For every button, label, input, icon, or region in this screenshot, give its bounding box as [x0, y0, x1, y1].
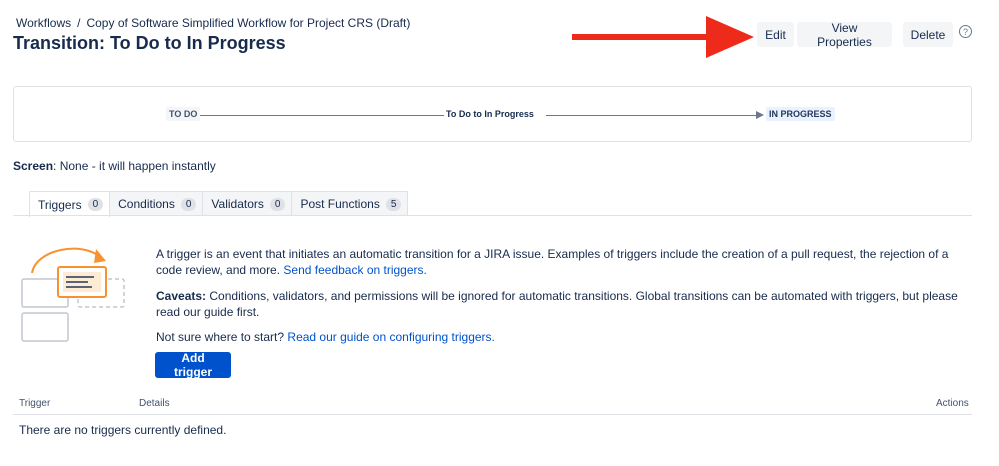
add-trigger-button[interactable]: Add trigger: [155, 351, 231, 379]
annotation-arrow-icon: [572, 16, 754, 58]
tab-count-badge: 0: [269, 197, 286, 211]
tab-label: Post Functions: [300, 197, 380, 211]
transition-line: [546, 115, 758, 116]
page-title: Transition: To Do to In Progress: [13, 33, 286, 53]
screen-info: Screen: None - it will happen instantly: [13, 159, 216, 173]
delete-button[interactable]: Delete: [903, 22, 953, 47]
column-header-details: Details: [139, 398, 170, 409]
triggers-guide: Not sure where to start? Read our guide …: [156, 329, 976, 345]
view-properties-button[interactable]: View Properties: [797, 21, 892, 49]
table-header-divider: [13, 414, 972, 415]
transition-tabs: Triggers 0 Conditions 0 Validators 0 Post F…: [29, 191, 409, 217]
send-feedback-link[interactable]: Send feedback on triggers.: [283, 263, 426, 277]
tab-count-badge: 5: [385, 197, 402, 211]
tab-triggers[interactable]: Triggers 0: [29, 191, 111, 217]
tab-label: Triggers: [38, 197, 82, 212]
empty-triggers-message: There are no triggers currently defined.: [19, 423, 227, 437]
configuring-triggers-guide-link[interactable]: Read our guide on configuring triggers.: [287, 330, 494, 344]
column-header-actions: Actions: [936, 398, 969, 409]
tab-label: Validators: [211, 197, 264, 211]
triggers-intro: A trigger is an event that initiates an …: [156, 246, 976, 278]
breadcrumb: Workflows / Copy of Software Simplified Wo…: [16, 16, 410, 30]
to-status-lozenge: IN PROGRESS: [766, 107, 835, 121]
tab-validators[interactable]: Validators 0: [202, 191, 293, 216]
not-sure-text: Not sure where to start?: [156, 330, 285, 344]
triggers-caveats: Caveats: Conditions, validators, and per…: [156, 288, 976, 320]
breadcrumb-workflows[interactable]: Workflows: [16, 16, 71, 30]
from-status-lozenge: TO DO: [166, 107, 201, 121]
help-icon[interactable]: ?: [959, 25, 972, 38]
caveats-label: Caveats:: [156, 289, 207, 303]
screen-value: : None - it will happen instantly: [53, 159, 216, 173]
tab-count-badge: 0: [180, 197, 197, 211]
transition-line: [200, 115, 444, 116]
tab-conditions[interactable]: Conditions 0: [109, 191, 204, 216]
column-header-trigger: Trigger: [19, 398, 51, 409]
tabs-divider: [13, 215, 972, 216]
caveats-text: Conditions, validators, and permissions …: [156, 289, 958, 319]
tab-label: Conditions: [118, 197, 175, 211]
tab-count-badge: 0: [87, 198, 104, 211]
transition-label: To Do to In Progress: [446, 109, 534, 119]
edit-button[interactable]: Edit: [757, 22, 794, 47]
screen-label: Screen: [13, 159, 54, 173]
tab-post-functions[interactable]: Post Functions 5: [291, 191, 409, 216]
triggers-illustration-icon: [21, 247, 125, 342]
transition-diagram: TO DO To Do to In Progress IN PROGRESS: [13, 86, 972, 142]
transition-arrowhead-icon: [756, 111, 764, 119]
breadcrumb-separator: /: [77, 16, 81, 30]
breadcrumb-workflow-name[interactable]: Copy of Software Simplified Workflow for…: [86, 16, 410, 30]
triggers-intro-text: A trigger is an event that initiates an …: [156, 247, 949, 277]
